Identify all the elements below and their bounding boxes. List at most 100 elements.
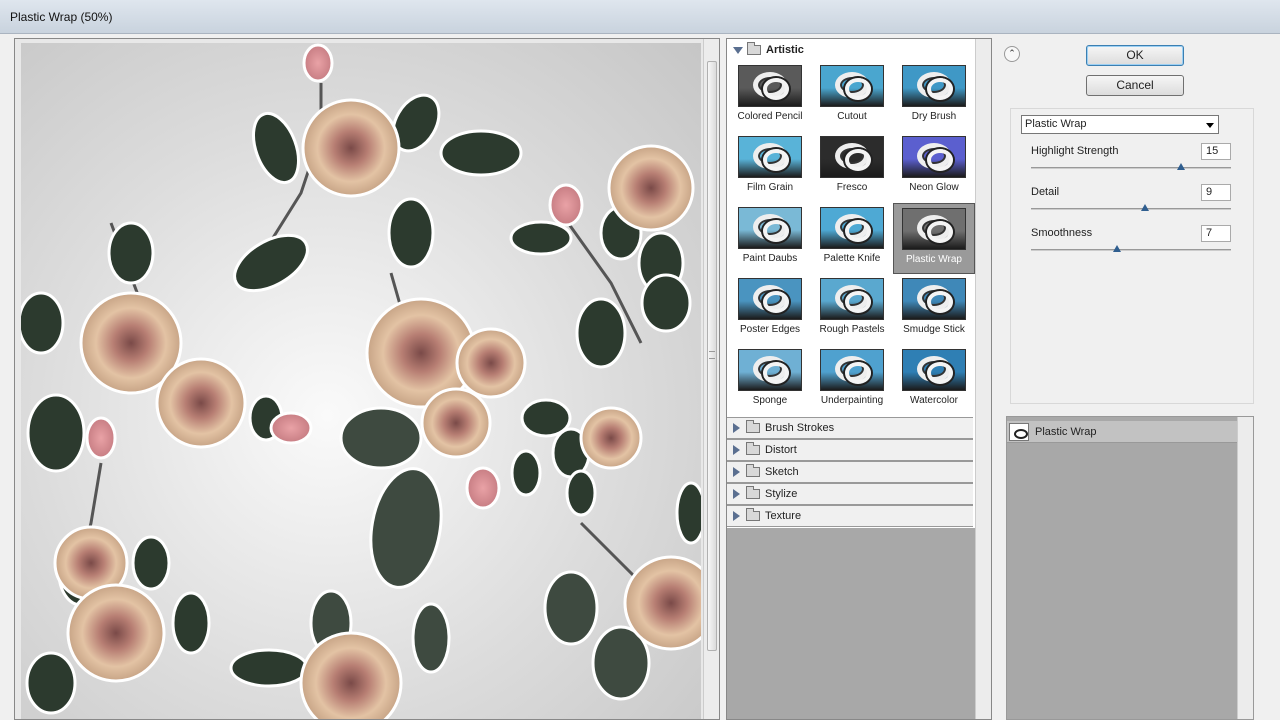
roses-pattern-image	[21, 43, 701, 719]
filter-preview-image	[820, 278, 884, 320]
filter-category-list: Brush Strokes Distort Sketch Stylize Texture	[727, 417, 991, 527]
effect-layer-name: Plastic Wrap	[1035, 426, 1097, 438]
category-sketch[interactable]: Sketch	[727, 461, 973, 483]
category-label: Stylize	[765, 488, 798, 500]
expand-arrow-icon	[733, 46, 743, 54]
filter-thumb-cutout[interactable]: Cutout	[811, 61, 893, 132]
category-texture[interactable]: Texture	[727, 505, 973, 527]
category-label: Distort	[765, 444, 797, 456]
filter-thumb-plastic-wrap[interactable]: Plastic Wrap	[893, 203, 975, 274]
param-value-input[interactable]: 15	[1201, 143, 1231, 160]
filter-preview-image	[738, 65, 802, 107]
filter-thumb-underpainting[interactable]: Underpainting	[811, 345, 893, 416]
category-label: Brush Strokes	[765, 422, 835, 434]
filter-thumb-label: Plastic Wrap	[906, 254, 962, 265]
param-value-input[interactable]: 9	[1201, 184, 1231, 201]
folder-icon	[746, 442, 760, 455]
collapsed-arrow-icon	[733, 489, 740, 499]
folder-icon	[746, 420, 760, 433]
filter-thumb-palette-knife[interactable]: Palette Knife	[811, 203, 893, 274]
collapsed-arrow-icon	[733, 467, 740, 477]
category-stylize[interactable]: Stylize	[727, 483, 973, 505]
category-artistic[interactable]: Artistic	[727, 39, 991, 61]
filter-thumb-label: Fresco	[836, 182, 868, 193]
filter-preview-image	[738, 136, 802, 178]
folder-icon	[747, 42, 761, 55]
window-title: Plastic Wrap (50%)	[10, 10, 113, 24]
gallery-scrollbar[interactable]	[975, 39, 991, 719]
filter-preview-image	[902, 136, 966, 178]
filter-thumb-label: Sponge	[752, 395, 788, 406]
category-distort[interactable]: Distort	[727, 439, 973, 461]
preview-panel[interactable]	[14, 38, 720, 720]
filter-thumb-label: Smudge Stick	[903, 324, 965, 335]
filter-select[interactable]: Plastic Wrap	[1021, 115, 1219, 134]
param-highlight-strength: Highlight Strength 15	[1031, 143, 1231, 183]
filter-preview-image	[820, 65, 884, 107]
filter-thumb-fresco[interactable]: Fresco	[811, 132, 893, 203]
collapsed-arrow-icon	[733, 445, 740, 455]
filter-preview-image	[820, 349, 884, 391]
collapse-gallery-button[interactable]: ⌃	[1004, 46, 1020, 62]
param-slider-track[interactable]	[1031, 208, 1231, 210]
filter-thumb-label: Film Grain	[746, 182, 794, 193]
param-label: Highlight Strength	[1031, 145, 1119, 157]
category-label: Texture	[765, 510, 802, 522]
filter-thumb-watercolor[interactable]: Watercolor	[893, 345, 975, 416]
filter-preview-image	[738, 278, 802, 320]
filter-thumb-dry-brush[interactable]: Dry Brush	[893, 61, 975, 132]
filter-thumb-smudge-stick[interactable]: Smudge Stick	[893, 274, 975, 345]
filter-thumb-sponge[interactable]: Sponge	[729, 345, 811, 416]
filter-thumb-label: Poster Edges	[739, 324, 801, 335]
window-titlebar: Plastic Wrap (50%)	[0, 0, 1280, 34]
category-artistic-label: Artistic	[766, 44, 804, 56]
filter-thumb-label: Watercolor	[910, 395, 958, 406]
filter-preview-image	[902, 349, 966, 391]
visibility-eye-icon[interactable]	[1009, 423, 1029, 441]
filter-preview-image	[902, 65, 966, 107]
scroll-grip-icon	[709, 351, 715, 359]
cancel-button[interactable]: Cancel	[1086, 75, 1184, 96]
category-label: Sketch	[765, 466, 799, 478]
filter-preview-image	[902, 278, 966, 320]
filter-select-value: Plastic Wrap	[1025, 118, 1087, 130]
param-smoothness: Smoothness 7	[1031, 225, 1231, 265]
category-brush-strokes[interactable]: Brush Strokes	[727, 417, 973, 439]
param-slider-knob[interactable]	[1177, 163, 1185, 170]
filter-thumb-rough-pastels[interactable]: Rough Pastels	[811, 274, 893, 345]
filter-thumb-neon-glow[interactable]: Neon Glow	[893, 132, 975, 203]
ok-button[interactable]: OK	[1086, 45, 1184, 66]
param-value-input[interactable]: 7	[1201, 225, 1231, 242]
filter-thumb-colored-pencil[interactable]: Colored Pencil	[729, 61, 811, 132]
filter-thumb-paint-daubs[interactable]: Paint Daubs	[729, 203, 811, 274]
effect-layers-panel: Plastic Wrap	[1006, 416, 1254, 720]
filter-preview-image	[738, 349, 802, 391]
gallery-empty-area	[727, 528, 975, 719]
preview-image[interactable]	[21, 43, 701, 719]
filter-gallery-panel: Artistic Colored Pencil Cutout Dry Brush Fi…	[726, 38, 992, 720]
dropdown-arrow-icon	[1206, 123, 1214, 128]
filter-settings-panel: Plastic Wrap Highlight Strength 15 Detail 9…	[1010, 108, 1254, 404]
param-detail: Detail 9	[1031, 184, 1231, 224]
param-label: Detail	[1031, 186, 1060, 198]
folder-icon	[746, 464, 760, 477]
filter-thumb-poster-edges[interactable]: Poster Edges	[729, 274, 811, 345]
preview-scrollbar[interactable]	[703, 39, 719, 719]
collapsed-arrow-icon	[733, 511, 740, 521]
filter-thumb-label: Neon Glow	[909, 182, 959, 193]
filter-thumbnail-grid: Colored Pencil Cutout Dry Brush Film Grain F…	[727, 61, 991, 416]
filter-thumb-label: Rough Pastels	[819, 324, 885, 335]
filter-thumb-film-grain[interactable]: Film Grain	[729, 132, 811, 203]
filter-preview-image	[738, 207, 802, 249]
effect-layer-row[interactable]: Plastic Wrap	[1007, 421, 1239, 443]
param-slider-knob[interactable]	[1141, 204, 1149, 211]
param-slider-track[interactable]	[1031, 167, 1231, 169]
layers-scrollbar[interactable]	[1237, 417, 1253, 719]
filter-thumb-label: Underpainting	[820, 395, 884, 406]
param-slider-knob[interactable]	[1113, 245, 1121, 252]
filter-preview-image	[820, 136, 884, 178]
param-slider-track[interactable]	[1031, 249, 1231, 251]
filter-thumb-label: Colored Pencil	[737, 111, 803, 122]
filter-preview-image	[902, 208, 966, 250]
filter-thumb-label: Dry Brush	[911, 111, 957, 122]
